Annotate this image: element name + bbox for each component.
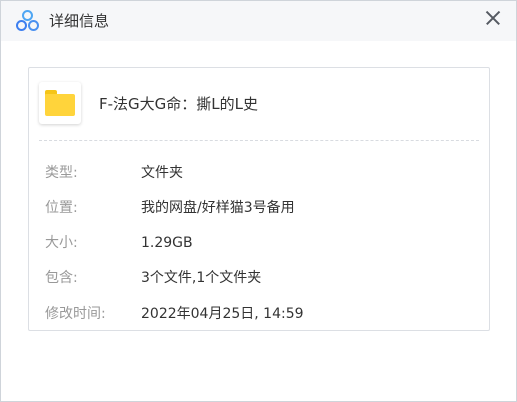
details-card: F-法G大G命：撕L的L史 类型: 文件夹 位置: 我的网盘/好样猫3号备用 大… xyxy=(28,67,490,331)
detail-label: 类型: xyxy=(45,165,78,181)
detail-value: 2022年04月25日, 14:59 xyxy=(141,306,304,322)
detail-value: 1.29GB xyxy=(141,235,193,251)
divider xyxy=(39,140,479,141)
file-name: F-法G大G命：撕L的L史 xyxy=(99,95,259,113)
detail-value: 我的网盘/好样猫3号备用 xyxy=(141,200,295,216)
detail-value: 3个文件,1个文件夹 xyxy=(141,270,262,286)
close-icon[interactable] xyxy=(480,5,506,31)
baidu-netdisk-icon xyxy=(16,10,40,32)
logo-circle-left xyxy=(16,20,27,31)
detail-label: 位置: xyxy=(45,200,78,216)
logo-circle-right xyxy=(28,20,39,31)
detail-label: 修改时间: xyxy=(45,306,106,322)
detail-label: 包含: xyxy=(45,270,78,286)
details-dialog: 详细信息 F-法G大G命：撕L的L史 类型: 文件夹 位置: 我的网盘/好样猫3… xyxy=(0,0,517,402)
file-thumbnail xyxy=(39,82,81,124)
title-bar[interactable]: 详细信息 xyxy=(1,1,516,41)
detail-label: 大小: xyxy=(45,235,78,251)
folder-icon xyxy=(45,90,75,116)
detail-value: 文件夹 xyxy=(141,165,183,181)
dialog-title: 详细信息 xyxy=(49,12,110,30)
